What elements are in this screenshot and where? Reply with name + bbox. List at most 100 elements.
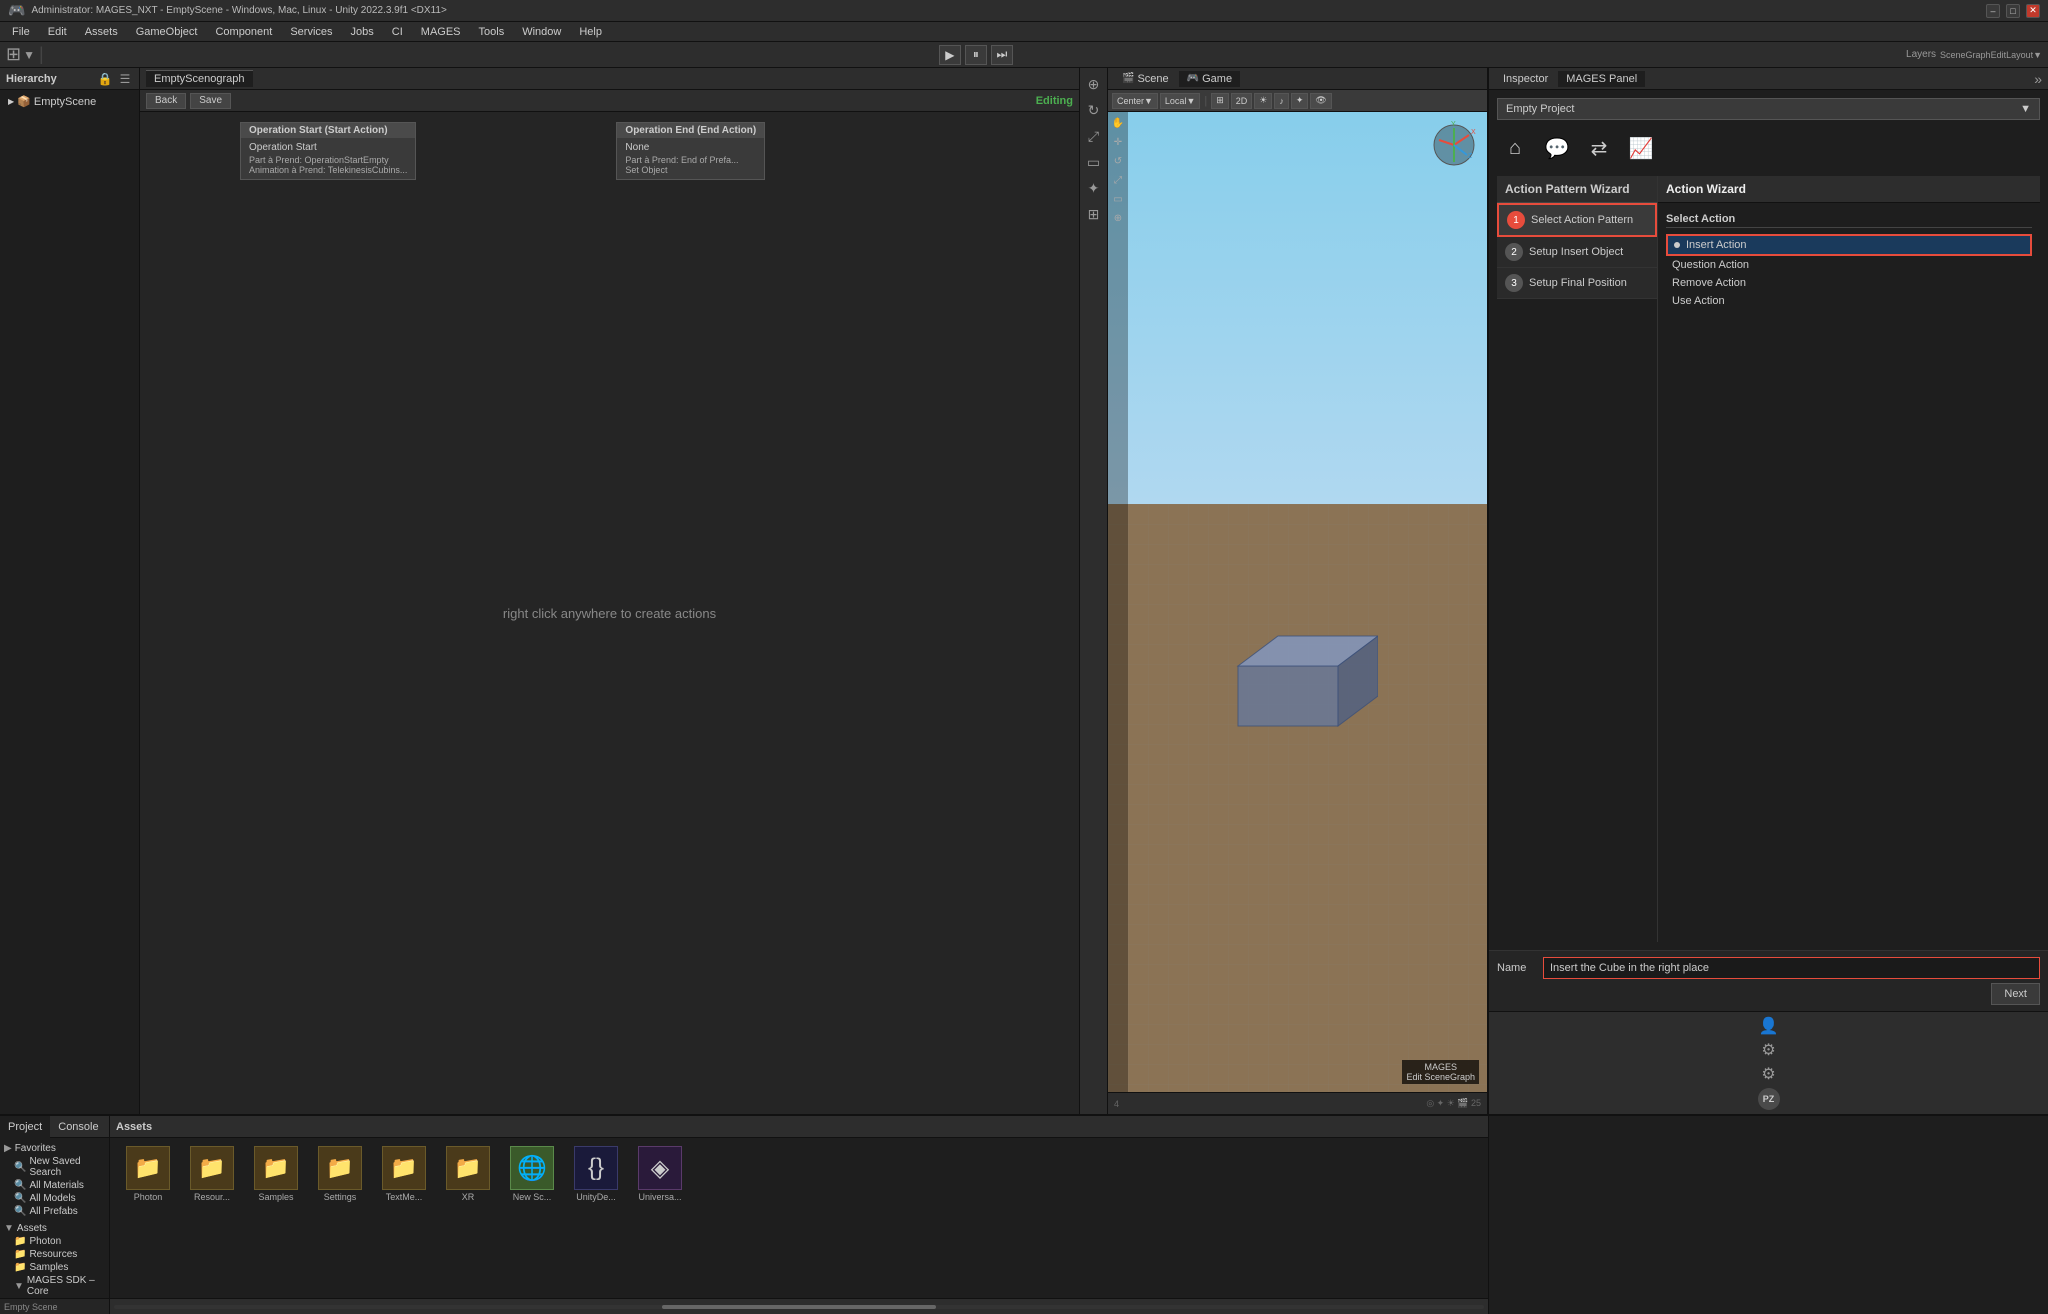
asset-newsc[interactable]: 🌐 New Sc... xyxy=(502,1146,562,1202)
sidebar-transform-icon[interactable]: ⊕ xyxy=(1082,72,1106,96)
asset-samples[interactable]: 📁 Samples xyxy=(246,1146,306,1202)
viewport-3d[interactable]: ✋ ✛ ↺ ⤢ ▭ ⊕ X Y Z xyxy=(1108,112,1487,1092)
tree-all-models[interactable]: 🔍All Models xyxy=(4,1192,105,1205)
hide-btn[interactable]: 👁 xyxy=(1310,93,1331,109)
center-btn[interactable]: Center▼ xyxy=(1112,93,1158,109)
back-btn[interactable]: Back xyxy=(146,93,186,109)
scene-tab[interactable]: 🎬 Scene xyxy=(1114,71,1177,87)
menu-gameobject[interactable]: GameObject xyxy=(128,22,206,42)
tree-photon[interactable]: 📁Photon xyxy=(4,1235,105,1248)
tree-all-prefabs[interactable]: 🔍All Prefabs xyxy=(4,1205,105,1218)
vp-icon-scale[interactable]: ⤢ xyxy=(1109,171,1127,189)
vp-icon-hand[interactable]: ✋ xyxy=(1109,114,1127,132)
tree-resources[interactable]: 📁Resources xyxy=(4,1248,105,1261)
asset-settings[interactable]: 📁 Settings xyxy=(310,1146,370,1202)
action-use[interactable]: Use Action xyxy=(1666,292,2032,310)
project-dropdown[interactable]: Empty Project ▼ xyxy=(1497,98,2040,120)
local-btn[interactable]: Local▼ xyxy=(1160,93,1200,109)
menu-assets[interactable]: Assets xyxy=(77,22,126,42)
tree-mages-sdk[interactable]: ▼MAGES SDK – Core xyxy=(4,1274,105,1298)
action-insert[interactable]: Insert Action xyxy=(1666,234,2032,256)
menu-jobs[interactable]: Jobs xyxy=(343,22,382,42)
asset-universa[interactable]: ◈ Universa... xyxy=(630,1146,690,1202)
maximize-btn[interactable]: □ xyxy=(2006,4,2020,18)
layers-dropdown[interactable]: Layers xyxy=(1906,49,1936,60)
tree-assets[interactable]: ▼Assets xyxy=(4,1222,105,1235)
asset-textme[interactable]: 📁 TextMe... xyxy=(374,1146,434,1202)
close-btn[interactable]: ✕ xyxy=(2026,4,2040,18)
analytics-icon[interactable]: 📈 xyxy=(1623,130,1659,166)
sidebar-extra-icon[interactable]: ⊞ xyxy=(1082,202,1106,226)
menu-file[interactable]: File xyxy=(4,22,38,42)
person-icon[interactable]: 👤 xyxy=(1759,1016,1779,1036)
vp-icon-extra[interactable]: ⊕ xyxy=(1109,209,1127,227)
game-tab[interactable]: 🎮 Game xyxy=(1179,71,1240,87)
chat-icon[interactable]: 💬 xyxy=(1539,130,1575,166)
next-btn[interactable]: Next xyxy=(1991,983,2040,1005)
light-btn[interactable]: ☀ xyxy=(1254,93,1272,109)
hierarchy-lock-icon[interactable]: 🔒 xyxy=(97,71,113,87)
wizard-step-3[interactable]: 3 Setup Final Position xyxy=(1497,268,1657,299)
menu-tools[interactable]: Tools xyxy=(471,22,513,42)
tree-favorites[interactable]: ▶Favorites xyxy=(4,1142,105,1155)
2d-btn[interactable]: 2D xyxy=(1231,93,1253,109)
tree-new-saved[interactable]: 🔍New Saved Search xyxy=(4,1155,105,1179)
home-icon[interactable]: ⌂ xyxy=(1497,130,1533,166)
name-input[interactable] xyxy=(1543,957,2040,979)
audio-btn[interactable]: ♪ xyxy=(1274,93,1289,109)
sidebar-scale-icon[interactable]: ⤢ xyxy=(1082,124,1106,148)
asset-resources[interactable]: 📁 Resour... xyxy=(182,1146,242,1202)
end-action-node[interactable]: Operation End (End Action) None Part à P… xyxy=(616,122,765,180)
menu-mages[interactable]: MAGES xyxy=(413,22,469,42)
vp-icon-move[interactable]: ✛ xyxy=(1109,133,1127,151)
toolbar-icon1[interactable]: ⊞ xyxy=(6,44,21,65)
sidebar-rect-icon[interactable]: ▭ xyxy=(1082,150,1106,174)
grid-btn[interactable]: ⊞ xyxy=(1211,93,1229,109)
assets-slider[interactable] xyxy=(114,1305,1484,1309)
console-tab[interactable]: Console xyxy=(50,1116,106,1138)
menu-ci[interactable]: CI xyxy=(384,22,411,42)
minimize-btn[interactable]: – xyxy=(1986,4,2000,18)
project-tab[interactable]: Project xyxy=(0,1116,50,1138)
gear-icon-bottom[interactable]: ⚙ xyxy=(1761,1040,1775,1060)
vp-icon-rotate[interactable]: ↺ xyxy=(1109,152,1127,170)
save-btn[interactable]: Save xyxy=(190,93,231,109)
sidebar-rotate-icon[interactable]: ↻ xyxy=(1082,98,1106,122)
assets-scroll-bar[interactable] xyxy=(110,1298,1488,1314)
pz-badge[interactable]: PZ xyxy=(1758,1088,1780,1110)
wizard-step-1[interactable]: 1 Select Action Pattern xyxy=(1497,203,1657,237)
step-btn[interactable]: ⏭ xyxy=(991,45,1013,65)
asset-unityde[interactable]: {} UnityDe... xyxy=(566,1146,626,1202)
tree-samples[interactable]: 📁Samples xyxy=(4,1261,105,1274)
inspector-tab-mages[interactable]: MAGES Panel xyxy=(1558,71,1645,87)
vp-icon-rect[interactable]: ▭ xyxy=(1109,190,1127,208)
layout-dropdown[interactable]: SceneGraphEditLayout▼ xyxy=(1940,50,2042,60)
pause-btn[interactable]: ⏸ xyxy=(965,45,987,65)
menu-help[interactable]: Help xyxy=(571,22,610,42)
tree-all-materials[interactable]: 🔍All Materials xyxy=(4,1179,105,1192)
mages-badge[interactable]: MAGES Edit SceneGraph xyxy=(1402,1060,1479,1084)
sidebar-multi-icon[interactable]: ✦ xyxy=(1082,176,1106,200)
action-question[interactable]: Question Action xyxy=(1666,256,2032,274)
toolbar-icon2[interactable]: ▼ xyxy=(23,48,35,62)
scene-graph-tab[interactable]: EmptyScenograph xyxy=(146,70,253,87)
menu-edit[interactable]: Edit xyxy=(40,22,75,42)
action-remove[interactable]: Remove Action xyxy=(1666,274,2032,292)
hierarchy-item-emptyscene[interactable]: ▶ 📦 EmptyScene xyxy=(4,94,135,109)
viewport-bottom: 4 ◎ ✦ ☀ 🎬 25 xyxy=(1108,1092,1487,1114)
wizard-step-2[interactable]: 2 Setup Insert Object xyxy=(1497,237,1657,268)
inspector-expand-icon[interactable]: » xyxy=(2034,71,2042,87)
play-btn[interactable]: ▶ xyxy=(939,45,961,65)
inspector-tab-inspector[interactable]: Inspector xyxy=(1495,71,1556,87)
settings-icon-bottom[interactable]: ⚙ xyxy=(1761,1064,1775,1084)
fx-btn[interactable]: ✦ xyxy=(1291,93,1309,109)
start-action-node[interactable]: Operation Start (Start Action) Operation… xyxy=(240,122,416,180)
scene-graph-content[interactable]: right click anywhere to create actions O… xyxy=(140,112,1079,1114)
menu-component[interactable]: Component xyxy=(207,22,280,42)
menu-services[interactable]: Services xyxy=(282,22,340,42)
asset-xr[interactable]: 📁 XR xyxy=(438,1146,498,1202)
share-icon[interactable]: ⇄ xyxy=(1581,130,1617,166)
hierarchy-menu-icon[interactable]: ☰ xyxy=(117,71,133,87)
menu-window[interactable]: Window xyxy=(514,22,569,42)
asset-photon[interactable]: 📁 Photon xyxy=(118,1146,178,1202)
